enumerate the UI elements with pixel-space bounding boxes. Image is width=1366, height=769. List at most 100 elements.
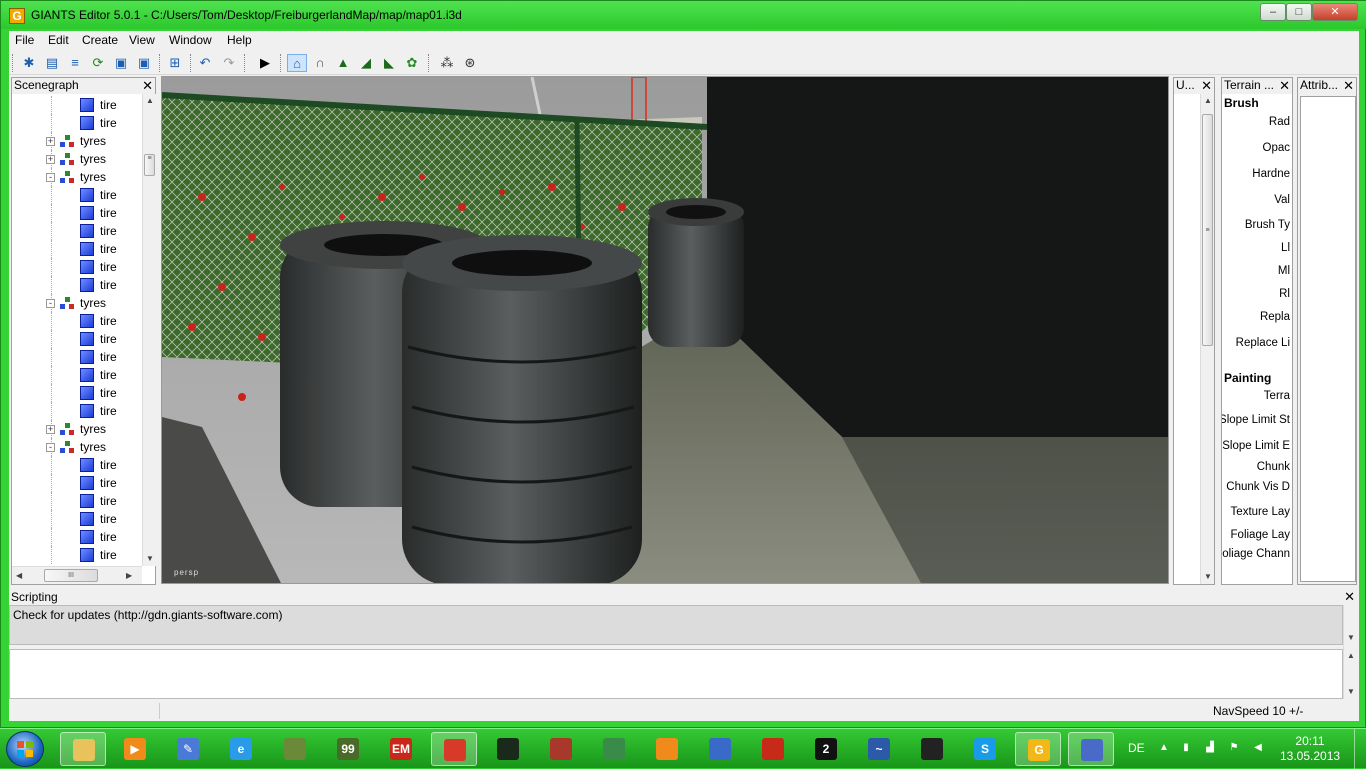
magnet-icon[interactable]: ∩ <box>310 54 330 72</box>
maximize-button[interactable]: □ <box>1286 3 1312 21</box>
u-panel-close-icon[interactable]: ✕ <box>1201 78 1212 93</box>
giants-app-icon[interactable]: G <box>9 8 25 24</box>
tree-item-group[interactable]: - tyres <box>12 438 142 456</box>
attrib-panel-close-icon[interactable]: ✕ <box>1343 78 1354 93</box>
terrain-sculpt-icon[interactable]: ▲ <box>333 54 353 72</box>
collapse-icon[interactable]: - <box>46 299 55 308</box>
tree-item-shape[interactable]: tire <box>12 348 142 366</box>
device-icon[interactable]: ▮ <box>1180 742 1192 754</box>
start-button[interactable] <box>6 731 44 767</box>
scenegraph-horizontal-scroll-thumb[interactable]: III <box>44 569 98 582</box>
tree-item-shape[interactable]: tire <box>12 186 142 204</box>
tree-item-group[interactable]: + tyres <box>12 420 142 438</box>
scenegraph-vertical-scrollbar[interactable]: ▲ ≡ ▼ <box>142 94 156 566</box>
terrain-panel-close-icon[interactable]: ✕ <box>1279 78 1290 93</box>
scroll-down-arrow-icon[interactable]: ▼ <box>1204 572 1212 581</box>
input-language-indicator[interactable]: DE <box>1128 741 1145 755</box>
farm-game-task[interactable] <box>538 732 584 766</box>
play-icon[interactable]: ▶ <box>255 54 275 72</box>
em2012-game-task[interactable]: EM <box>378 732 424 766</box>
open-icon[interactable]: ▤ <box>42 54 62 72</box>
volume-icon[interactable]: ◀ <box>1252 742 1264 754</box>
scroll-down-arrow-icon[interactable]: ▼ <box>146 554 154 563</box>
tree-item-shape[interactable]: tire <box>12 96 142 114</box>
skype-task[interactable]: S <box>962 732 1008 766</box>
tree-item-shape[interactable]: tire <box>12 204 142 222</box>
script-input-field[interactable] <box>9 649 1343 699</box>
tree-item-shape[interactable]: tire <box>12 456 142 474</box>
network-signal-icon[interactable]: ▟ <box>1204 742 1216 754</box>
redo-icon[interactable]: ↷ <box>219 54 239 72</box>
tree-item-group[interactable]: + tyres <box>12 150 142 168</box>
media-player-task[interactable]: ▶ <box>112 732 158 766</box>
show-hidden-icons-icon[interactable]: ▲ <box>1158 742 1170 754</box>
u-panel-scroll-thumb[interactable]: ≡ <box>1202 114 1213 346</box>
minimize-button[interactable]: – <box>1260 3 1286 21</box>
scroll-left-arrow-icon[interactable]: ◀ <box>16 571 22 580</box>
save-as-icon[interactable]: ▣ <box>134 54 154 72</box>
internet-explorer-task[interactable]: e <box>218 732 264 766</box>
menu-view[interactable]: View <box>129 33 155 47</box>
scripting-close-icon[interactable]: ✕ <box>1344 589 1355 605</box>
seahorse-app-task[interactable] <box>591 732 637 766</box>
collapse-icon[interactable]: - <box>46 173 55 182</box>
recent-icon[interactable]: ≡ <box>65 54 85 72</box>
scroll-up-arrow-icon[interactable]: ▲ <box>146 96 154 105</box>
tree-item-shape[interactable]: tire <box>12 312 142 330</box>
scroll-down-arrow-icon[interactable]: ▼ <box>1347 633 1355 642</box>
pen-tool-task[interactable]: ✎ <box>165 732 211 766</box>
show-desktop-button[interactable] <box>1354 729 1366 769</box>
scenegraph-horizontal-scrollbar[interactable]: ◀ III ▶ <box>12 566 142 584</box>
attributes-content[interactable] <box>1300 96 1356 582</box>
action-center-icon[interactable]: ⚑ <box>1228 742 1240 754</box>
new-scene-icon[interactable]: ✱ <box>19 54 39 72</box>
scripting-scrollbar[interactable]: ▼ ▲ ▼ <box>1343 605 1357 699</box>
save-icon[interactable]: ▣ <box>111 54 131 72</box>
close-window-button[interactable]: ✕ <box>1312 3 1358 21</box>
scroll-up-arrow-icon[interactable]: ▲ <box>1347 651 1355 660</box>
tree-item-shape[interactable]: tire <box>12 366 142 384</box>
tree-item-shape[interactable]: tire <box>12 492 142 510</box>
train-game-task[interactable] <box>697 732 743 766</box>
red-tractor-task[interactable] <box>750 732 796 766</box>
messenger-task[interactable]: ~ <box>856 732 902 766</box>
expand-icon[interactable]: + <box>46 155 55 164</box>
select-home-icon[interactable]: ⌂ <box>287 54 307 72</box>
scenegraph-tree[interactable]: tire tire + tyres + tyres - tyres tire tire tire ti… <box>12 94 142 566</box>
terrain-foliage-icon[interactable]: ◣ <box>379 54 399 72</box>
tree-item-shape[interactable]: tire <box>12 528 142 546</box>
tree-item-shape[interactable]: tire <box>12 258 142 276</box>
tree-item-shape[interactable]: tire <box>12 330 142 348</box>
tractor-task[interactable] <box>485 732 531 766</box>
expand-icon[interactable]: + <box>46 425 55 434</box>
tree-item-shape[interactable]: tire <box>12 384 142 402</box>
particle-icon[interactable]: ⁂ <box>437 54 457 72</box>
collapse-icon[interactable]: - <box>46 443 55 452</box>
title-bar[interactable]: G GIANTS Editor 5.0.1 - C:/Users/Tom/Des… <box>1 1 1366 29</box>
image-editor-task[interactable] <box>1068 732 1114 766</box>
tree-item-shape[interactable]: tire <box>12 546 142 564</box>
feather-app-task[interactable] <box>909 732 955 766</box>
farming-simulator-task[interactable]: 99 <box>325 732 371 766</box>
minecraft-task[interactable] <box>272 732 318 766</box>
3d-viewport[interactable]: persp <box>161 76 1169 584</box>
scroll-right-arrow-icon[interactable]: ▶ <box>126 571 132 580</box>
particle-emitter-icon[interactable]: ⊛ <box>460 54 480 72</box>
terrain-paint-icon[interactable]: ◢ <box>356 54 376 72</box>
tree-item-shape[interactable]: tire <box>12 474 142 492</box>
undo-icon[interactable]: ↶ <box>195 54 215 72</box>
import-icon[interactable]: ⊞ <box>165 54 185 72</box>
tree-item-shape[interactable]: tire <box>12 276 142 294</box>
menu-help[interactable]: Help <box>227 33 252 47</box>
tree-item-shape[interactable]: tire <box>12 402 142 420</box>
scenegraph-vertical-scroll-thumb[interactable]: ≡ <box>144 154 155 176</box>
system-clock[interactable]: 20:11 13.05.2013 <box>1280 734 1340 764</box>
reload-icon[interactable]: ⟳ <box>88 54 108 72</box>
scroll-down-arrow-icon[interactable]: ▼ <box>1347 687 1355 696</box>
foliage-paint-icon[interactable]: ✿ <box>402 54 422 72</box>
tree-item-group[interactable]: + tyres <box>12 132 142 150</box>
tree-item-shape[interactable]: tire <box>12 114 142 132</box>
second-app-task[interactable]: 2 <box>803 732 849 766</box>
chrome-task[interactable] <box>431 732 477 766</box>
menu-file[interactable]: File <box>15 33 34 47</box>
